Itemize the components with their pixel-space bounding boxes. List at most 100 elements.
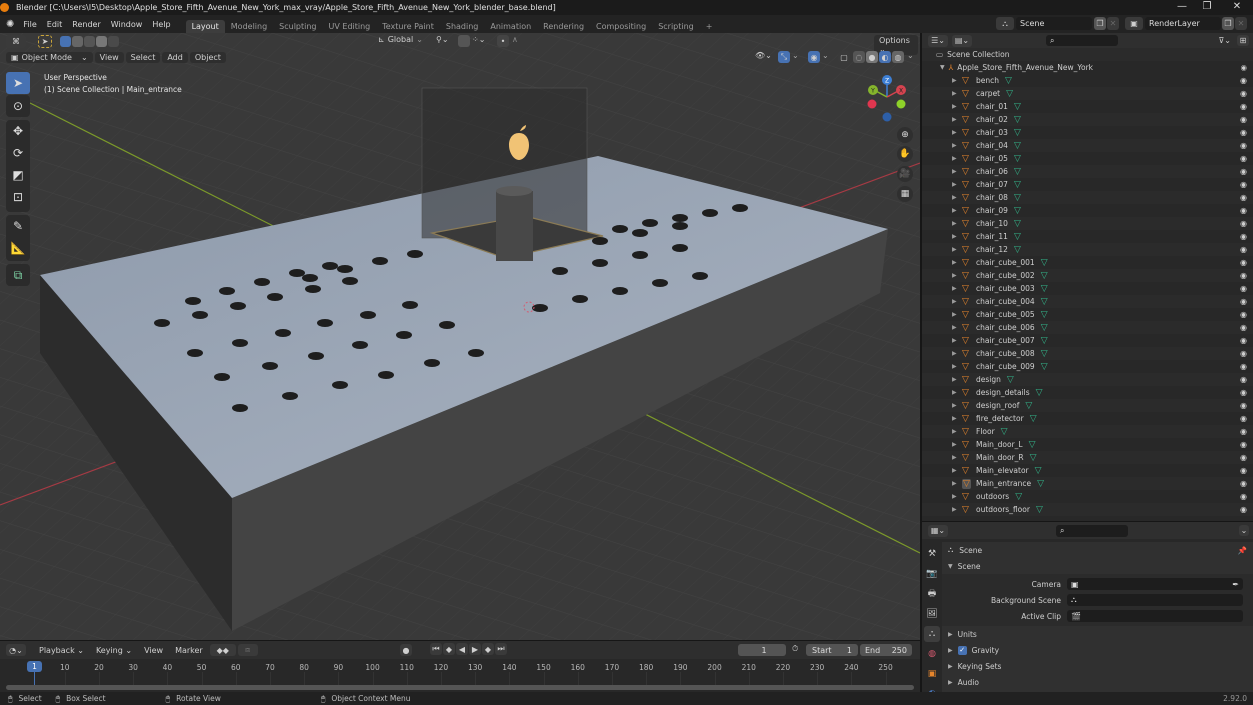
expand-arrow-icon[interactable]: ▶ <box>952 311 957 318</box>
expand-arrow-icon[interactable]: ▶ <box>952 116 957 123</box>
expand-arrow-icon[interactable]: ▶ <box>952 181 957 188</box>
measure-tool-icon[interactable]: 📐 <box>6 237 30 259</box>
eye-icon[interactable]: ◉ <box>1240 440 1247 449</box>
tool-tab-icon[interactable]: ⚒ <box>924 546 940 562</box>
subpanel-header[interactable]: ▶ ✓ Gravity <box>942 642 1253 658</box>
auto-keying-icon[interactable]: ⧈ <box>237 644 258 656</box>
eye-icon[interactable]: ◉ <box>1240 89 1247 98</box>
eye-icon[interactable]: ◉ <box>1240 128 1247 137</box>
navigation-gizmo[interactable]: Z Y X <box>862 73 912 125</box>
expand-arrow-icon[interactable]: ▶ <box>952 168 957 175</box>
proportional-edit-icon[interactable]: • <box>497 35 509 47</box>
timeline-scrollbar[interactable] <box>6 685 914 690</box>
new-view-layer-icon[interactable]: ❐ <box>1222 17 1234 30</box>
outliner-item[interactable]: ▶ ▽ Main_elevator ▽ ◉ <box>922 464 1253 477</box>
expand-arrow-icon[interactable]: ▶ <box>952 298 957 305</box>
expand-arrow-icon[interactable]: ▶ <box>952 480 957 487</box>
expand-arrow-icon[interactable]: ▶ <box>952 363 957 370</box>
outliner-item[interactable]: ▶ ▽ chair_07 ▽ ◉ <box>922 178 1253 191</box>
delete-view-layer-icon[interactable]: ✕ <box>1235 17 1247 30</box>
menu-select[interactable]: Select <box>125 51 161 63</box>
eye-icon[interactable]: ◉ <box>1240 206 1247 215</box>
eye-icon[interactable]: ◉ <box>1240 362 1247 371</box>
select-extend-icon[interactable] <box>72 35 83 47</box>
eye-icon[interactable]: ◉ <box>1240 102 1247 111</box>
expand-arrow-icon[interactable]: ▶ <box>952 454 957 461</box>
eye-icon[interactable]: ◉ <box>1240 245 1247 254</box>
outliner-item[interactable]: ▶ ▽ chair_cube_008 ▽ ◉ <box>922 347 1253 360</box>
eye-icon[interactable]: ◉ <box>1240 401 1247 410</box>
menu-file[interactable]: File <box>18 20 41 29</box>
overlays-toggle-icon[interactable]: ◉ <box>808 51 820 63</box>
property-field[interactable]: ⛬ <box>1067 594 1243 606</box>
eye-icon[interactable]: ◉ <box>1240 167 1247 176</box>
scene-selector-icon[interactable]: ⛬ <box>996 17 1014 30</box>
scene-collection-row[interactable]: ▭ Scene Collection <box>922 48 1253 61</box>
subpanel-header[interactable]: ▶ Audio <box>942 674 1253 690</box>
material-preview-icon[interactable]: ◐ <box>879 51 891 63</box>
playback-menu[interactable]: Playback ⌄ <box>34 644 89 656</box>
eye-icon[interactable]: ◉ <box>1240 219 1247 228</box>
outliner-item[interactable]: ▶ ▽ outdoors ▽ ◉ <box>922 490 1253 503</box>
outliner-item[interactable]: ▶ ▽ chair_09 ▽ ◉ <box>922 204 1253 217</box>
editor-type-icon[interactable]: ◔⌄ <box>6 644 26 656</box>
prev-keyframe-icon[interactable]: ◆ <box>443 643 455 655</box>
menu-object[interactable]: Object <box>189 51 226 63</box>
camera-view-icon[interactable]: 🎥 <box>897 166 913 182</box>
eye-icon[interactable]: ◉ <box>1240 63 1247 72</box>
tab-sculpting[interactable]: Sculpting <box>273 20 322 33</box>
eye-icon[interactable]: ◉ <box>1240 466 1247 475</box>
mode-dropdown[interactable]: ▣ Object Mode ⌄ <box>6 51 93 63</box>
outliner-item[interactable]: ▶ ▽ bench ▽ ◉ <box>922 74 1253 87</box>
annotate-tool-icon[interactable]: ✎ <box>6 215 30 237</box>
eye-icon[interactable]: ◉ <box>1240 375 1247 384</box>
property-field[interactable]: ▣ ✒ <box>1067 578 1243 590</box>
view-menu[interactable]: View <box>139 645 168 656</box>
visibility-icon[interactable]: 👁⌄ <box>755 51 772 60</box>
chevron-down-icon[interactable]: ⌄ <box>792 51 799 60</box>
select-subtract-icon[interactable] <box>84 35 95 47</box>
add-cube-tool-icon[interactable]: ⧉ <box>6 264 30 286</box>
outliner-search-input[interactable]: ⌕ <box>1046 35 1118 46</box>
tab-scripting[interactable]: Scripting <box>652 20 700 33</box>
menu-add[interactable]: Add <box>162 51 188 63</box>
transform-tool-icon[interactable]: ⊡ <box>6 186 30 208</box>
outliner-item[interactable]: ▶ ▽ chair_cube_009 ▽ ◉ <box>922 360 1253 373</box>
outliner-item[interactable]: ▶ ▽ chair_06 ▽ ◉ <box>922 165 1253 178</box>
tab-shading[interactable]: Shading <box>440 20 485 33</box>
close-button[interactable]: ✕ <box>1225 0 1249 15</box>
object-tab-icon[interactable]: ▣ <box>924 666 940 682</box>
outliner-item[interactable]: ▶ ▽ chair_cube_001 ▽ ◉ <box>922 256 1253 269</box>
orthographic-toggle-icon[interactable]: ▦ <box>897 186 913 202</box>
eye-icon[interactable]: ◉ <box>1240 505 1247 514</box>
scale-tool-icon[interactable]: ◩ <box>6 164 30 186</box>
scene-panel-header[interactable]: ▼ Scene <box>942 558 1253 574</box>
outliner-item[interactable]: ▶ ▽ Main_door_R ▽ ◉ <box>922 451 1253 464</box>
transform-orientation[interactable]: ⊾ Global ⌄ <box>378 35 423 44</box>
eye-icon[interactable]: ◉ <box>1240 115 1247 124</box>
expand-arrow-icon[interactable]: ▶ <box>952 493 957 500</box>
expand-arrow-icon[interactable]: ▼ <box>940 64 945 71</box>
expand-arrow-icon[interactable]: ▶ <box>952 389 957 396</box>
select-intersect-icon[interactable] <box>108 35 119 47</box>
display-mode-icon[interactable]: ▤⌄ <box>952 34 972 47</box>
eye-icon[interactable]: ◉ <box>1240 479 1247 488</box>
editor-type-icon[interactable]: ▦⌄ <box>928 524 948 537</box>
play-icon[interactable]: ▶ <box>469 643 481 655</box>
expand-arrow-icon[interactable]: ▶ <box>952 337 957 344</box>
expand-arrow-icon[interactable]: ▶ <box>952 194 957 201</box>
wireframe-shading-icon[interactable]: ◌ <box>853 51 865 63</box>
expand-arrow-icon[interactable]: ▶ <box>952 129 957 136</box>
render-tab-icon[interactable]: 📷 <box>924 566 940 582</box>
expand-arrow-icon[interactable]: ▶ <box>952 246 957 253</box>
keyframe-nav-icon[interactable]: ◆◆ <box>209 644 236 656</box>
outliner-item[interactable]: ▶ ▽ chair_01 ▽ ◉ <box>922 100 1253 113</box>
outliner-item[interactable]: ▶ ▽ chair_cube_006 ▽ ◉ <box>922 321 1253 334</box>
world-tab-icon[interactable]: ◍ <box>924 646 940 662</box>
menu-render[interactable]: Render <box>67 20 105 29</box>
snap-toggle-icon[interactable] <box>458 35 470 47</box>
menu-edit[interactable]: Edit <box>42 20 68 29</box>
outliner-item[interactable]: ▶ ▽ chair_cube_003 ▽ ◉ <box>922 282 1253 295</box>
expand-arrow-icon[interactable]: ▶ <box>952 506 957 513</box>
eye-icon[interactable]: ◉ <box>1240 388 1247 397</box>
